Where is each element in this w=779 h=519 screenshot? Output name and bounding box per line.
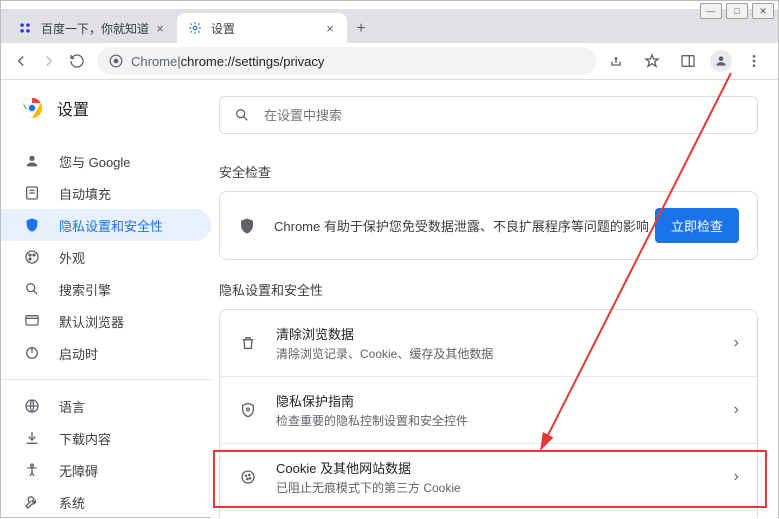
row-cookies[interactable]: Cookie 及其他网站数据 已阻止无痕模式下的第三方 Cookie ›: [220, 444, 757, 511]
profile-avatar[interactable]: [710, 50, 732, 72]
sidebar: 您与 Google 自动填充 隐私设置和安全性 外观 搜索引擎 默认浏览器: [1, 137, 211, 518]
forward-button[interactable]: [35, 47, 63, 75]
row-title: 清除浏览数据: [276, 324, 734, 343]
shield-check-icon: [238, 217, 258, 235]
tab-title: 设置: [211, 20, 323, 37]
trash-icon: [238, 335, 258, 351]
row-clear-browsing-data[interactable]: 清除浏览数据 清除浏览记录、Cookie、缓存及其他数据 ›: [220, 310, 757, 377]
main-panel: 安全检查 Chrome 有助于保护您免受数据泄露、不良扩展程序等问题的影响 立即…: [211, 80, 778, 518]
side-panel-icon[interactable]: [674, 47, 702, 75]
search-icon: [234, 107, 250, 123]
wrench-icon: [23, 493, 41, 511]
sidebar-label: 自动填充: [59, 184, 111, 203]
sidebar-item-languages[interactable]: 语言: [1, 390, 211, 422]
safety-banner-text: Chrome 有助于保护您免受数据泄露、不良扩展程序等问题的影响: [274, 216, 655, 235]
baidu-favicon-icon: [17, 20, 33, 36]
sidebar-label: 下载内容: [59, 429, 111, 448]
window-maximize[interactable]: □: [726, 3, 748, 19]
section-safety-label: 安全检查: [219, 162, 778, 181]
section-privacy-label: 隐私设置和安全性: [219, 280, 778, 299]
menu-icon[interactable]: [740, 47, 768, 75]
url-prefix: Chrome: [131, 54, 177, 69]
globe-icon: [23, 397, 41, 415]
app-title: 设置: [57, 96, 89, 120]
chevron-right-icon: ›: [734, 401, 739, 419]
cookie-icon: [238, 469, 258, 485]
row-subtitle: 已阻止无痕模式下的第三方 Cookie: [276, 479, 734, 496]
power-icon: [23, 344, 41, 362]
sidebar-item-appearance[interactable]: 外观: [1, 241, 211, 273]
gear-favicon-icon: [187, 20, 203, 36]
sidebar-label: 您与 Google: [59, 152, 131, 171]
check-now-button[interactable]: 立即检查: [655, 208, 739, 243]
safety-banner: Chrome 有助于保护您免受数据泄露、不良扩展程序等问题的影响 立即检查: [220, 192, 757, 259]
left-column: 设置 您与 Google 自动填充 隐私设置和安全性 外观 搜索引擎: [1, 80, 211, 518]
shield-gear-icon: [238, 402, 258, 418]
content: 设置 您与 Google 自动填充 隐私设置和安全性 外观 搜索引擎: [1, 80, 778, 518]
row-title: Cookie 及其他网站数据: [276, 458, 734, 477]
autofill-icon: [23, 184, 41, 202]
sidebar-item-search-engine[interactable]: 搜索引擎: [1, 273, 211, 305]
row-subtitle: 检查重要的隐私控制设置和安全控件: [276, 412, 734, 429]
back-button[interactable]: [7, 47, 35, 75]
download-icon: [23, 429, 41, 447]
tab-settings[interactable]: 设置 ×: [177, 13, 347, 43]
sidebar-item-accessibility[interactable]: 无障碍: [1, 454, 211, 486]
tab-close-icon[interactable]: ×: [323, 21, 337, 35]
chrome-logo-icon: [21, 97, 43, 119]
address-bar[interactable]: Chrome | chrome://settings/privacy: [97, 47, 596, 75]
row-privacy-guide[interactable]: 隐私保护指南 检查重要的隐私控制设置和安全控件 ›: [220, 377, 757, 444]
sidebar-item-system[interactable]: 系统: [1, 486, 211, 518]
chevron-right-icon: ›: [734, 468, 739, 486]
window-close[interactable]: ✕: [752, 3, 774, 19]
url-path: chrome://settings/privacy: [181, 54, 325, 69]
sidebar-label: 语言: [59, 397, 85, 416]
reload-button[interactable]: [63, 47, 91, 75]
sidebar-label: 外观: [59, 248, 85, 267]
sidebar-label: 搜索引擎: [59, 280, 111, 299]
new-tab-button[interactable]: +: [347, 15, 375, 43]
safety-check-card: Chrome 有助于保护您免受数据泄露、不良扩展程序等问题的影响 立即检查: [219, 191, 758, 260]
sidebar-item-privacy[interactable]: 隐私设置和安全性: [1, 209, 211, 241]
sidebar-item-downloads[interactable]: 下载内容: [1, 422, 211, 454]
sidebar-item-startup[interactable]: 启动时: [1, 337, 211, 369]
tab-title: 百度一下，你就知道: [41, 20, 153, 37]
sidebar-label: 系统: [59, 493, 85, 512]
row-subtitle: 清除浏览记录、Cookie、缓存及其他数据: [276, 345, 734, 362]
chevron-right-icon: ›: [734, 334, 739, 352]
settings-search-input[interactable]: [262, 107, 743, 124]
window-minimize[interactable]: —: [700, 3, 722, 19]
row-security[interactable]: 安全 安全浏览（保护您免受危险网站的侵害）和其他安全设置 ›: [220, 511, 757, 518]
search-row: [211, 80, 778, 142]
sidebar-item-autofill[interactable]: 自动填充: [1, 177, 211, 209]
tab-close-icon[interactable]: ×: [153, 21, 167, 35]
chrome-icon: [109, 54, 123, 68]
sidebar-label: 无障碍: [59, 461, 98, 480]
titlebar: — □ ✕: [1, 1, 778, 9]
toolbar-right: [602, 47, 772, 75]
browser-icon: [23, 312, 41, 330]
row-title: 隐私保护指南: [276, 391, 734, 410]
accessibility-icon: [23, 461, 41, 479]
tab-strip: 百度一下，你就知道 × 设置 × +: [1, 9, 778, 43]
shield-icon: [23, 216, 41, 234]
palette-icon: [23, 248, 41, 266]
toolbar: Chrome | chrome://settings/privacy: [1, 43, 778, 80]
person-icon: [23, 152, 41, 170]
sidebar-label: 启动时: [59, 344, 98, 363]
share-icon[interactable]: [602, 47, 630, 75]
settings-search[interactable]: [219, 96, 758, 134]
sidebar-label: 隐私设置和安全性: [59, 216, 163, 235]
window-controls: — □ ✕: [696, 3, 774, 19]
sidebar-item-you-and-google[interactable]: 您与 Google: [1, 145, 211, 177]
sidebar-divider: [1, 379, 211, 380]
sidebar-item-default-browser[interactable]: 默认浏览器: [1, 305, 211, 337]
star-icon[interactable]: [638, 47, 666, 75]
sidebar-label: 默认浏览器: [59, 312, 124, 331]
tab-baidu[interactable]: 百度一下，你就知道 ×: [7, 13, 177, 43]
search-icon: [23, 280, 41, 298]
privacy-list: 清除浏览数据 清除浏览记录、Cookie、缓存及其他数据 › 隐私保护指南 检查…: [219, 309, 758, 518]
